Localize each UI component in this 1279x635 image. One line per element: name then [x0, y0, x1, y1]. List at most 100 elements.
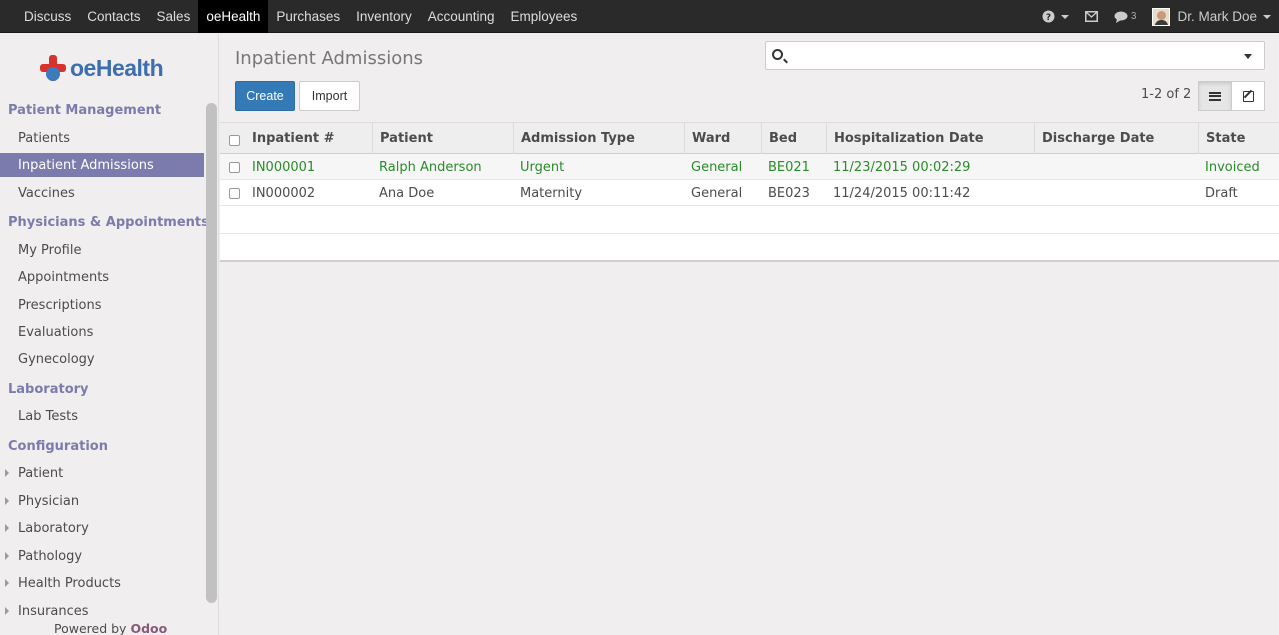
cell-ward: General — [691, 159, 743, 175]
cell-inpatient: IN000001 — [252, 159, 316, 175]
odoo-link[interactable]: Odoo — [130, 621, 167, 635]
sidebar-item-inpatient-admissions[interactable]: Inpatient Admissions — [0, 153, 204, 177]
sidebar-item-label: Insurances — [18, 603, 89, 619]
page-title: Inpatient Admissions — [235, 48, 424, 69]
menu-contacts[interactable]: Contacts — [79, 0, 148, 33]
table-header: Inpatient # Patient Admission Type Ward … — [220, 122, 1279, 154]
select-all-checkbox[interactable] — [229, 135, 240, 146]
chat-count-badge: 3 — [1130, 11, 1137, 22]
col-ward[interactable]: Ward — [684, 123, 761, 154]
chat-bubble-icon — [1114, 11, 1128, 23]
import-button[interactable]: Import — [299, 81, 360, 111]
sidebar-item-gynecology[interactable]: Gynecology — [0, 347, 204, 371]
cell-patient: Ralph Anderson — [379, 159, 482, 175]
envelope-icon — [1084, 11, 1098, 22]
sidebar-item-config-physician[interactable]: Physician — [0, 489, 204, 513]
caret-right-icon — [5, 552, 9, 560]
section-patient-management: Patient Management — [8, 103, 162, 118]
sidebar-scrollbar[interactable] — [206, 103, 217, 603]
svg-text:?: ? — [1046, 13, 1051, 23]
user-name: Dr. Mark Doe — [1177, 9, 1257, 24]
col-admission-type[interactable]: Admission Type — [513, 123, 684, 154]
search-icon — [772, 49, 783, 60]
form-view-button[interactable] — [1231, 81, 1265, 111]
create-button[interactable]: Create — [235, 81, 295, 111]
menu-discuss[interactable]: Discuss — [16, 0, 79, 33]
cell-state: Invoiced — [1205, 159, 1260, 175]
sidebar-item-config-patient[interactable]: Patient — [0, 461, 204, 485]
row-checkbox[interactable] — [229, 162, 240, 173]
pager-value[interactable]: 1-2 of 2 — [1141, 87, 1191, 102]
col-hospitalization-date[interactable]: Hospitalization Date — [826, 123, 1034, 154]
menu-inventory[interactable]: Inventory — [348, 0, 420, 33]
menu-oehealth[interactable]: oeHealth — [198, 0, 269, 33]
search-options-dropdown-icon[interactable] — [1244, 54, 1252, 59]
medical-cross-icon — [40, 55, 66, 81]
col-inpatient[interactable]: Inpatient # — [245, 123, 373, 154]
section-laboratory: Laboratory — [8, 382, 89, 397]
cell-bed: BE021 — [768, 159, 810, 175]
cell-inpatient: IN000002 — [252, 185, 316, 201]
col-discharge-date[interactable]: Discharge Date — [1034, 123, 1198, 154]
sidebar-item-my-profile[interactable]: My Profile — [0, 238, 204, 262]
inpatient-table: Inpatient # Patient Admission Type Ward … — [220, 122, 1279, 262]
cell-discharge-date — [1034, 180, 1041, 206]
cell-hospitalization-date: 11/23/2015 00:02:29 — [833, 159, 971, 175]
sidebar-item-label: Laboratory — [18, 520, 89, 536]
sidebar-item-label: Pathology — [18, 548, 83, 564]
mail-button[interactable] — [1084, 11, 1098, 22]
user-menu[interactable]: Dr. Mark Doe — [1152, 7, 1271, 26]
section-configuration: Configuration — [8, 439, 108, 454]
powered-by: Powered by Odoo — [54, 621, 167, 635]
sidebar-item-evaluations[interactable]: Evaluations — [0, 320, 204, 344]
sidebar-item-config-insurances[interactable]: Insurances — [0, 599, 204, 623]
table-row[interactable]: IN000002 Ana Doe Maternity General BE023… — [220, 180, 1279, 206]
sidebar-item-config-health-products[interactable]: Health Products — [0, 571, 204, 595]
chat-button[interactable]: 3 — [1114, 11, 1137, 23]
sidebar-item-label: Patient — [18, 465, 64, 481]
col-bed[interactable]: Bed — [761, 123, 827, 154]
menu-employees[interactable]: Employees — [503, 0, 586, 33]
menu-accounting[interactable]: Accounting — [420, 0, 503, 33]
section-physicians-appointments: Physicians & Appointments — [8, 215, 209, 230]
sidebar-item-label: Physician — [18, 493, 80, 509]
edit-icon — [1242, 90, 1254, 102]
cell-discharge-date — [1034, 154, 1041, 180]
search-input[interactable] — [792, 45, 1232, 66]
cell-hospitalization-date: 11/24/2015 00:11:42 — [833, 185, 971, 201]
sidebar: oeHealth Patient Management Patients Inp… — [0, 33, 219, 635]
cell-admission-type: Urgent — [520, 159, 565, 175]
cell-ward: General — [691, 185, 743, 201]
row-checkbox[interactable] — [229, 188, 240, 199]
list-icon — [1209, 91, 1221, 101]
help-dropdown[interactable]: ? — [1042, 10, 1069, 23]
search-box[interactable] — [765, 41, 1265, 70]
question-circle-icon: ? — [1042, 10, 1055, 23]
list-view-button[interactable] — [1198, 81, 1232, 111]
sidebar-item-lab-tests[interactable]: Lab Tests — [0, 404, 204, 428]
sidebar-item-prescriptions[interactable]: Prescriptions — [0, 293, 204, 317]
cell-admission-type: Maternity — [520, 185, 583, 201]
sidebar-item-config-laboratory[interactable]: Laboratory — [0, 516, 204, 540]
powered-by-text: Powered by — [54, 621, 127, 635]
sidebar-item-patients[interactable]: Patients — [0, 126, 204, 150]
table-row[interactable]: IN000001 Ralph Anderson Urgent General B… — [220, 154, 1279, 180]
menu-purchases[interactable]: Purchases — [268, 0, 348, 33]
cell-state: Draft — [1205, 185, 1238, 201]
app-menu: Discuss Contacts Sales oeHealth Purchase… — [16, 0, 585, 33]
caret-right-icon — [5, 579, 9, 587]
top-navbar: Discuss Contacts Sales oeHealth Purchase… — [0, 0, 1279, 33]
oehealth-logo[interactable]: oeHealth — [40, 51, 164, 85]
chevron-down-icon — [1263, 14, 1271, 19]
sidebar-item-appointments[interactable]: Appointments — [0, 265, 204, 289]
col-patient[interactable]: Patient — [372, 123, 514, 154]
caret-right-icon — [5, 524, 9, 532]
sidebar-item-config-pathology[interactable]: Pathology — [0, 544, 204, 568]
logo-text: oeHealth — [70, 54, 164, 81]
col-state[interactable]: State — [1198, 123, 1279, 154]
sidebar-item-label: Health Products — [18, 575, 121, 591]
table-footer — [220, 234, 1279, 262]
cell-bed: BE023 — [768, 185, 810, 201]
menu-sales[interactable]: Sales — [149, 0, 199, 33]
sidebar-item-vaccines[interactable]: Vaccines — [0, 181, 204, 205]
